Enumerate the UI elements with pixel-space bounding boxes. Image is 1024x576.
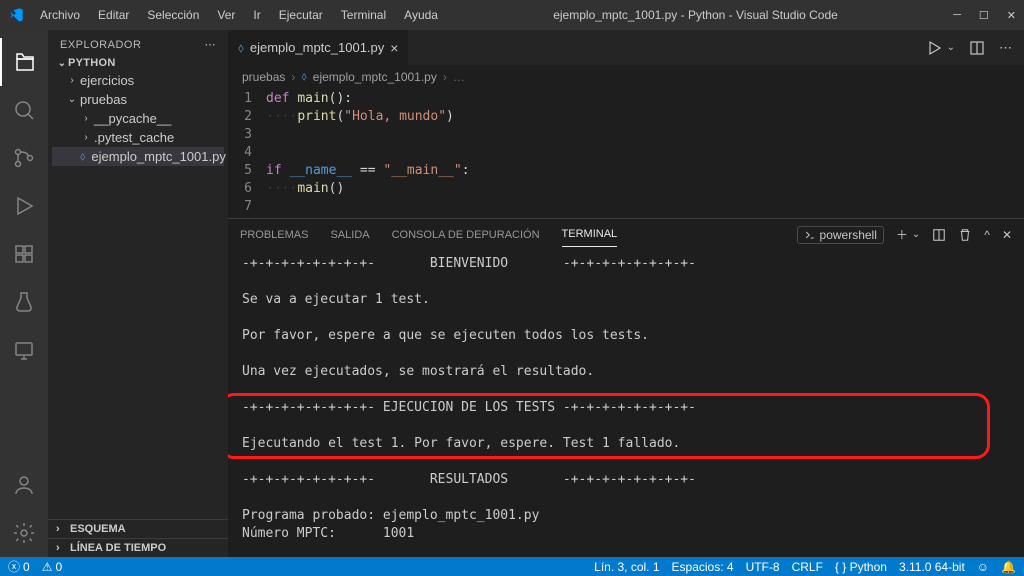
close-tab-icon[interactable]: × xyxy=(390,40,398,56)
new-terminal-icon[interactable]: ＋ xyxy=(896,226,908,243)
file-ejemplo[interactable]: ⬨ejemplo_mptc_1001.py xyxy=(52,147,224,166)
explorer-icon[interactable] xyxy=(0,38,48,86)
more-actions-icon[interactable]: ⋯ xyxy=(999,40,1012,56)
run-debug-icon[interactable] xyxy=(0,182,48,230)
vscode-logo-icon xyxy=(8,7,24,23)
outline-section[interactable]: ›ESQUEMA xyxy=(48,519,228,538)
status-language[interactable]: { } Python xyxy=(835,560,887,574)
maximize-panel-icon[interactable]: ^ xyxy=(984,228,990,242)
extensions-icon[interactable] xyxy=(0,230,48,278)
window-title: ejemplo_mptc_1001.py - Python - Visual S… xyxy=(446,8,945,22)
menu-view[interactable]: Ver xyxy=(209,4,243,26)
status-spaces[interactable]: Espacios: 4 xyxy=(672,560,734,574)
status-eol[interactable]: CRLF xyxy=(792,560,823,574)
run-dropdown-icon[interactable]: ⌄ xyxy=(947,42,955,53)
menu-terminal[interactable]: Terminal xyxy=(333,4,394,26)
editor-tabs: ⬨ ejemplo_mptc_1001.py × ⌄ ⋯ xyxy=(228,30,1024,65)
status-errors[interactable]: ⓧ 0 xyxy=(8,558,30,575)
code-editor[interactable]: 1def main(): 2····print("Hola, mundo") 3… xyxy=(228,88,1024,218)
source-control-icon[interactable] xyxy=(0,134,48,182)
menu-edit[interactable]: Editar xyxy=(90,4,137,26)
menubar: Archivo Editar Selección Ver Ir Ejecutar… xyxy=(32,4,446,26)
bottom-panel: PROBLEMAS SALIDA CONSOLA DE DEPURACIÓN T… xyxy=(228,218,1024,557)
tab-label: ejemplo_mptc_1001.py xyxy=(250,40,384,55)
tab-debug-console[interactable]: CONSOLA DE DEPURACIÓN xyxy=(392,223,540,247)
settings-icon[interactable] xyxy=(0,509,48,557)
tab-problems[interactable]: PROBLEMAS xyxy=(240,223,308,247)
folder-pruebas[interactable]: ⌄pruebas xyxy=(52,90,224,109)
close-icon[interactable]: ✕ xyxy=(1007,9,1016,22)
status-cursor[interactable]: Lín. 3, col. 1 xyxy=(594,560,659,574)
status-warnings[interactable]: ⚠ 0 xyxy=(42,560,62,574)
tab-output[interactable]: SALIDA xyxy=(330,223,369,247)
shell-selector[interactable]: powershell xyxy=(797,226,884,244)
activity-bar xyxy=(0,30,48,557)
status-python-version[interactable]: 3.11.0 64-bit xyxy=(899,560,965,574)
status-encoding[interactable]: UTF-8 xyxy=(746,560,780,574)
maximize-icon[interactable]: ☐ xyxy=(979,9,989,22)
accounts-icon[interactable] xyxy=(0,461,48,509)
close-panel-icon[interactable]: ✕ xyxy=(1002,228,1012,242)
minimize-icon[interactable]: ─ xyxy=(953,9,961,22)
search-icon[interactable] xyxy=(0,86,48,134)
terminal-dropdown-icon[interactable]: ⌄ xyxy=(912,229,920,240)
explorer-sidebar: EXPLORADOR ⋯ ⌄PYTHON ›ejercicios ⌄prueba… xyxy=(48,30,228,557)
titlebar: Archivo Editar Selección Ver Ir Ejecutar… xyxy=(0,0,1024,30)
folder-pytestcache[interactable]: ›.pytest_cache xyxy=(52,128,224,147)
run-icon[interactable] xyxy=(927,40,943,56)
menu-go[interactable]: Ir xyxy=(245,4,268,26)
status-bar: ⓧ 0 ⚠ 0 Lín. 3, col. 1 Espacios: 4 UTF-8… xyxy=(0,557,1024,576)
menu-file[interactable]: Archivo xyxy=(32,4,88,26)
menu-selection[interactable]: Selección xyxy=(139,4,207,26)
menu-run[interactable]: Ejecutar xyxy=(271,4,331,26)
workspace-root[interactable]: ⌄PYTHON xyxy=(52,55,224,71)
more-icon[interactable]: ⋯ xyxy=(205,38,217,51)
remote-icon[interactable] xyxy=(0,326,48,374)
testing-icon[interactable] xyxy=(0,278,48,326)
status-feedback-icon[interactable]: ☺ xyxy=(977,560,989,574)
split-terminal-icon[interactable] xyxy=(932,228,946,242)
folder-ejercicios[interactable]: ›ejercicios xyxy=(52,71,224,90)
tab-ejemplo[interactable]: ⬨ ejemplo_mptc_1001.py × xyxy=(228,30,409,65)
python-file-icon: ⬨ xyxy=(238,40,244,56)
breadcrumb[interactable]: pruebas› ⬨ejemplo_mptc_1001.py›… xyxy=(228,65,1024,88)
split-editor-icon[interactable] xyxy=(969,40,985,56)
tab-terminal[interactable]: TERMINAL xyxy=(562,222,618,247)
explorer-title: EXPLORADOR xyxy=(60,39,141,51)
menu-help[interactable]: Ayuda xyxy=(396,4,446,26)
kill-terminal-icon[interactable] xyxy=(958,228,972,242)
python-file-icon: ⬨ xyxy=(80,149,85,164)
terminal-output[interactable]: -+-+-+-+-+-+-+-+- BIENVENIDO -+-+-+-+-+-… xyxy=(228,251,1024,557)
timeline-section[interactable]: ›LÍNEA DE TIEMPO xyxy=(48,538,228,557)
folder-pycache[interactable]: ›__pycache__ xyxy=(52,109,224,128)
status-notifications-icon[interactable]: 🔔 xyxy=(1001,560,1016,574)
